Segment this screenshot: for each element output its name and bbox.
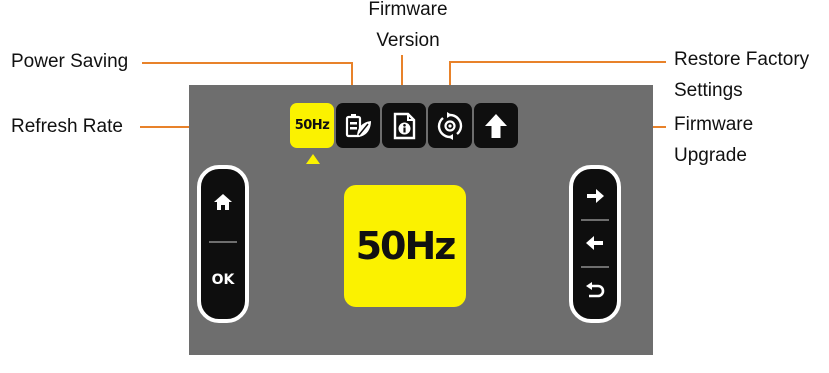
home-icon: [214, 194, 232, 210]
refresh-rate-callout: Refresh Rate: [11, 116, 123, 137]
left-panel-divider: [209, 241, 237, 243]
return-icon: [586, 282, 605, 298]
right-button-panel: [569, 165, 621, 323]
restore-icon: [437, 111, 463, 140]
tab-power-saving[interactable]: [336, 103, 380, 148]
previous-button[interactable]: [577, 226, 613, 260]
tab-refresh-rate[interactable]: 50Hz: [290, 103, 334, 148]
right-panel-divider-1: [581, 219, 609, 221]
restore-factory-callout: Restore Factory Settings: [674, 49, 810, 101]
arrow-right-icon: [587, 189, 604, 203]
firmware-version-callout: Firmware Version: [368, 0, 448, 51]
next-button[interactable]: [577, 179, 613, 213]
refresh-rate-tab-label: 50Hz: [294, 118, 330, 133]
upload-arrow-icon: [485, 113, 507, 138]
tab-firmware-upgrade[interactable]: [474, 103, 518, 148]
firmware-info-icon: [393, 112, 416, 139]
power-saving-callout: Power Saving: [11, 51, 129, 72]
return-button[interactable]: [577, 273, 613, 309]
refresh-rate-value: 50Hz: [355, 224, 457, 268]
home-button[interactable]: [205, 177, 241, 227]
ok-label: OK: [211, 272, 235, 288]
firmware-upgrade-callout: Firmware Upgrade: [674, 114, 754, 166]
tab-restore-factory[interactable]: [428, 103, 472, 148]
arrow-left-icon: [586, 236, 603, 250]
power-saving-icon: [345, 113, 371, 137]
left-button-panel: OK: [197, 165, 249, 323]
ok-button[interactable]: OK: [205, 255, 241, 305]
right-panel-divider-2: [581, 266, 609, 268]
refresh-rate-display: 50Hz: [344, 185, 466, 307]
tab-firmware-version[interactable]: [382, 103, 426, 148]
device-screen: 50Hz 50Hz OK: [189, 85, 653, 355]
selected-tab-pointer: [306, 154, 320, 164]
